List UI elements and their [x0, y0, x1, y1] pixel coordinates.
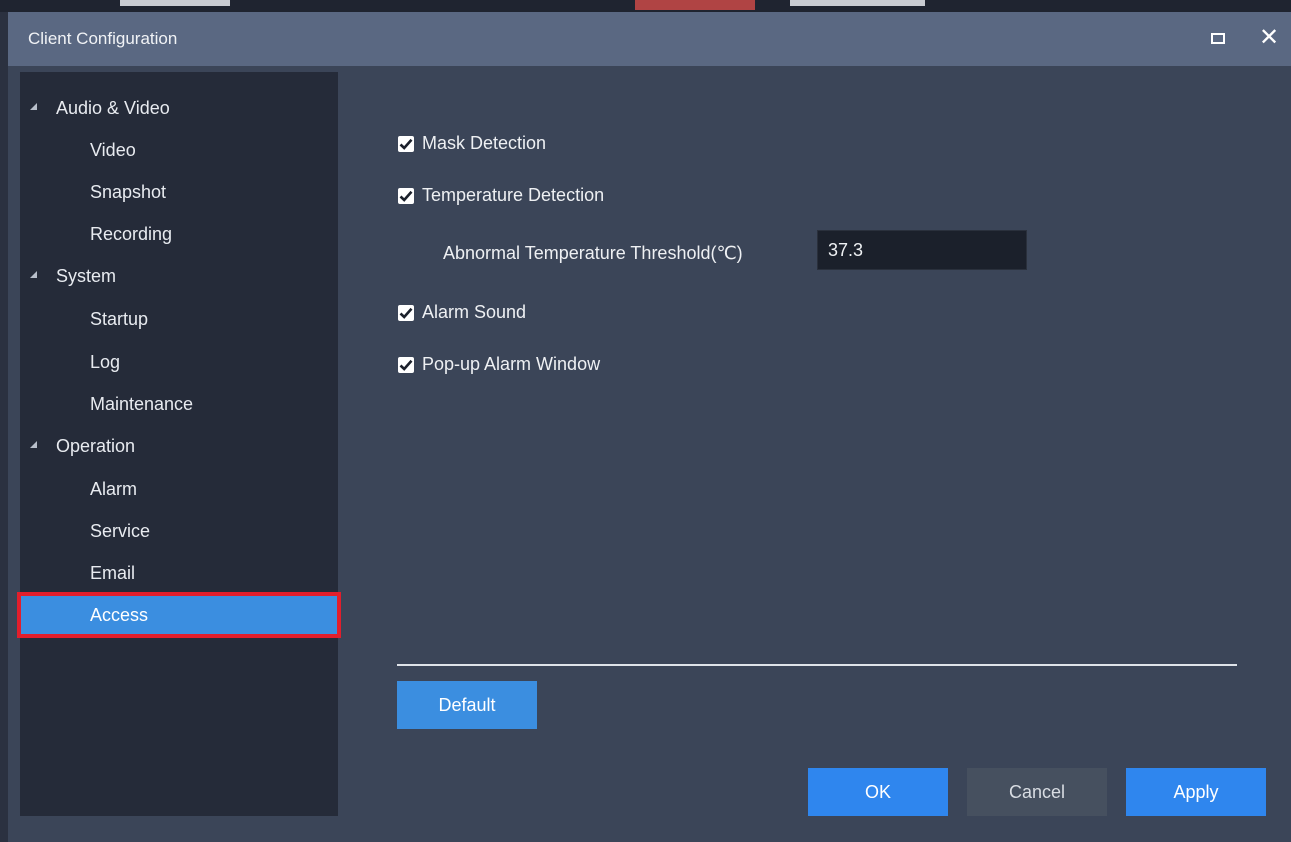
temperature-threshold-label: Abnormal Temperature Threshold(℃): [443, 243, 743, 263]
sidebar-group-operation[interactable]: Operation: [20, 429, 338, 463]
sidebar-item-recording[interactable]: Recording: [20, 217, 338, 251]
collapse-triangle-icon[interactable]: [30, 103, 37, 110]
mask-detection-label: Mask Detection: [422, 133, 547, 153]
title-bar[interactable]: Client Configuration ✕: [8, 12, 1291, 66]
sidebar-item-video[interactable]: Video: [20, 133, 338, 167]
sidebar-item-label: Log: [90, 351, 121, 372]
sidebar-item-label: Recording: [90, 223, 173, 244]
sidebar-item-label: Snapshot: [90, 181, 167, 202]
sidebar-item-label: Startup: [90, 308, 149, 329]
sidebar-item-snapshot[interactable]: Snapshot: [20, 175, 338, 209]
checkmark-icon: [399, 359, 413, 371]
sidebar-item-service[interactable]: Service: [20, 514, 338, 548]
temperature-threshold-input[interactable]: 37.3: [817, 230, 1027, 270]
checkmark-icon: [399, 138, 413, 150]
sidebar-group-audio-video[interactable]: Audio & Video: [20, 91, 338, 125]
alarm-sound-option[interactable]: Alarm Sound: [398, 302, 526, 323]
alarm-sound-checkbox[interactable]: [398, 304, 414, 321]
settings-sidebar: Audio & Video Video Snapshot Recording S…: [17, 72, 341, 816]
sidebar-item-label: Service: [90, 520, 151, 541]
popup-alarm-window-checkbox[interactable]: [398, 356, 414, 373]
sidebar-item-access[interactable]: Access: [17, 592, 341, 638]
sidebar-item-label: System: [56, 265, 117, 286]
sidebar-item-maintenance[interactable]: Maintenance: [20, 387, 338, 421]
sidebar-item-label: Alarm: [90, 478, 138, 499]
popup-alarm-window-option[interactable]: Pop-up Alarm Window: [398, 354, 600, 375]
mask-detection-option[interactable]: Mask Detection: [398, 133, 546, 154]
maximize-button[interactable]: [1204, 24, 1232, 52]
popup-alarm-window-label: Pop-up Alarm Window: [422, 354, 601, 374]
sidebar-group-system[interactable]: System: [20, 259, 338, 293]
sidebar-item-label: Audio & Video: [56, 97, 170, 118]
maximize-icon: [1211, 32, 1225, 44]
mask-detection-checkbox[interactable]: [398, 135, 414, 152]
checkmark-icon: [399, 190, 413, 202]
sidebar-item-label: Operation: [56, 435, 136, 456]
temperature-detection-checkbox[interactable]: [398, 187, 414, 204]
default-button[interactable]: Default: [397, 681, 537, 729]
sidebar-item-label: Access: [90, 604, 149, 625]
content-divider: [397, 664, 1237, 666]
sidebar-item-label: Video: [90, 139, 136, 160]
selection-highlight-frame: [17, 592, 341, 638]
apply-button[interactable]: Apply: [1126, 768, 1266, 816]
collapse-triangle-icon[interactable]: [30, 441, 37, 448]
close-icon: ✕: [1258, 24, 1280, 51]
temperature-detection-option[interactable]: Temperature Detection: [398, 185, 604, 206]
sidebar-item-label: Maintenance: [90, 393, 194, 414]
window-title: Client Configuration: [28, 29, 178, 48]
collapse-triangle-icon[interactable]: [30, 271, 37, 278]
background-app-fragment: [635, 0, 755, 10]
temperature-detection-label: Temperature Detection: [422, 185, 605, 205]
sidebar-item-email[interactable]: Email: [20, 556, 338, 590]
close-button[interactable]: ✕: [1255, 24, 1283, 52]
cancel-button[interactable]: Cancel: [967, 768, 1107, 816]
sidebar-item-log[interactable]: Log: [20, 345, 338, 379]
alarm-sound-label: Alarm Sound: [422, 302, 527, 322]
ok-button[interactable]: OK: [808, 768, 948, 816]
sidebar-item-alarm[interactable]: Alarm: [20, 472, 338, 506]
checkmark-icon: [399, 307, 413, 319]
background-app-fragment: [120, 0, 230, 6]
sidebar-item-startup[interactable]: Startup: [20, 302, 338, 336]
background-app-strip: [0, 0, 1291, 12]
background-app-fragment: [790, 0, 925, 6]
sidebar-item-label: Email: [90, 562, 136, 583]
